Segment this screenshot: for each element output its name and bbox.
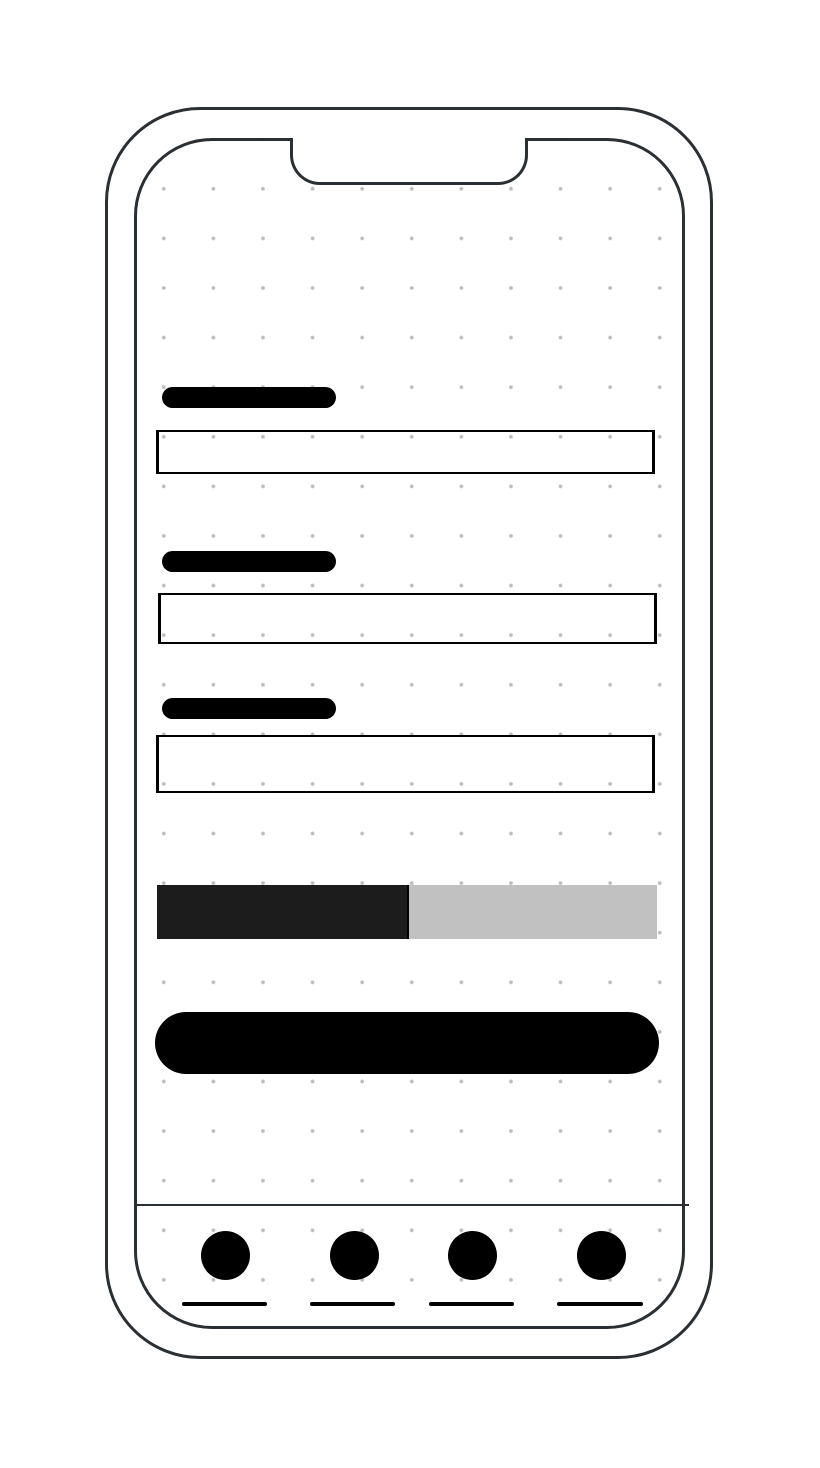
phone-screen	[134, 138, 685, 1329]
phone-notch	[290, 138, 528, 185]
tab-label-3	[429, 1302, 514, 1306]
tab-label-1	[182, 1302, 267, 1306]
text-field-1[interactable]	[156, 430, 655, 474]
field-label-1	[162, 387, 336, 408]
circle-icon	[201, 1231, 250, 1280]
field-label-3	[162, 698, 336, 719]
tab-item-1[interactable]	[180, 1231, 270, 1311]
circle-icon	[330, 1231, 379, 1280]
tab-item-4[interactable]	[556, 1231, 646, 1311]
progress-bar-fill	[157, 885, 409, 939]
text-field-3[interactable]	[156, 735, 655, 793]
wireframe-stage	[0, 0, 820, 1468]
submit-button[interactable]	[155, 1012, 659, 1074]
tab-item-2[interactable]	[309, 1231, 399, 1311]
tab-item-3[interactable]	[428, 1231, 518, 1311]
tab-label-4	[557, 1302, 643, 1306]
tabbar-divider	[134, 1204, 689, 1206]
progress-bar	[157, 885, 657, 939]
text-field-2[interactable]	[158, 593, 657, 644]
tab-label-2	[310, 1302, 395, 1306]
field-label-2	[162, 551, 336, 572]
circle-icon	[577, 1231, 626, 1280]
circle-icon	[448, 1231, 497, 1280]
